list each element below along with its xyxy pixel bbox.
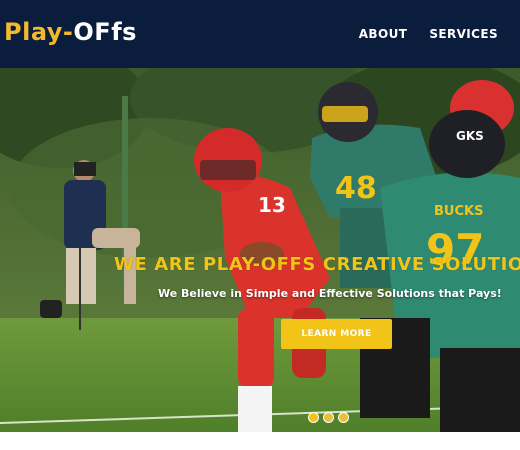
hero-banner: 13 48 GKS BUCKS 97 WE ARE PLAY-OFFS CREA… (0, 68, 520, 432)
logo-text-play: Play (4, 18, 63, 46)
hero-headline: WE ARE PLAY-OFFS CREATIVE SOLUTIO (114, 254, 520, 275)
nav-link-services[interactable]: SERVICES (429, 22, 498, 46)
green-jersey-number-left: 48 (335, 171, 377, 206)
hero-subheadline: We Believe in Simple and Effective Solut… (158, 287, 502, 300)
nav-link-about[interactable]: ABOUT (359, 22, 408, 46)
carousel-indicators (308, 412, 349, 423)
logo-text-offs: OFfs (73, 18, 137, 46)
carousel-dot-2[interactable] (323, 412, 334, 423)
logo[interactable]: Play-OFfs (4, 14, 137, 50)
jersey-team-name: BUCKS (434, 204, 483, 219)
red-jersey-number: 13 (258, 193, 286, 217)
logo-text-dash: - (62, 18, 74, 46)
carousel-dot-1[interactable] (308, 412, 319, 423)
hero-background-photo: 13 48 GKS BUCKS 97 (0, 68, 520, 432)
learn-more-button[interactable]: LEARN MORE (281, 319, 392, 349)
helmet-text: GKS (456, 129, 484, 143)
carousel-dot-3[interactable] (338, 412, 349, 423)
main-nav: ABOUT SERVICES (359, 22, 498, 46)
header: Play-OFfs ABOUT SERVICES (0, 0, 520, 68)
